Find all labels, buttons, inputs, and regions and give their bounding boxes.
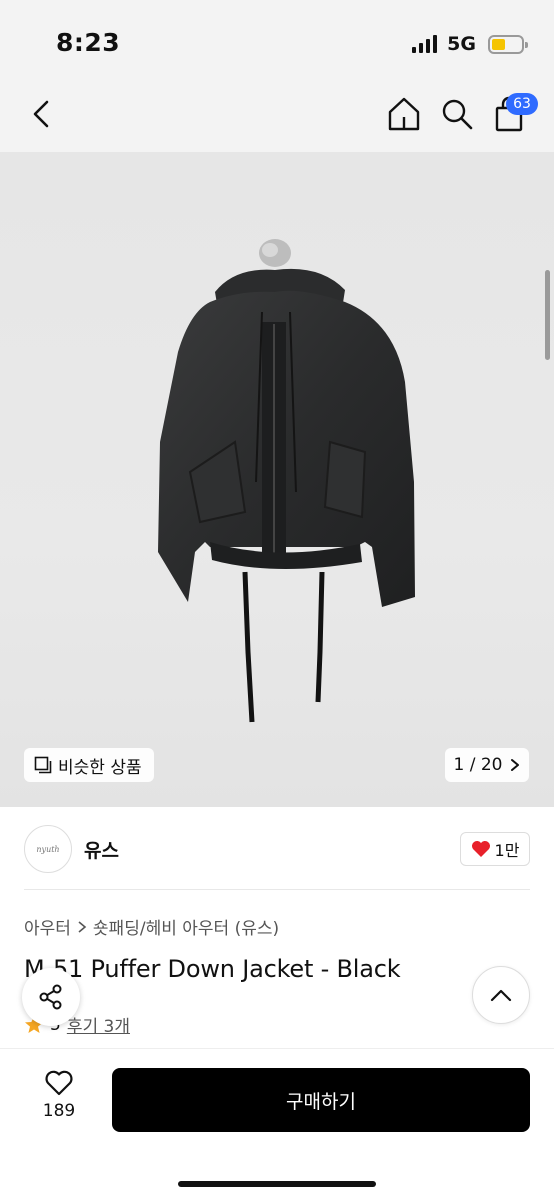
home-indicator [178, 1181, 376, 1187]
image-counter-text: 1 / 20 [453, 755, 503, 775]
divider [24, 889, 530, 890]
buy-button[interactable]: 구매하기 [112, 1068, 530, 1132]
back-button[interactable] [26, 94, 60, 134]
chevron-right-icon [78, 920, 87, 933]
brand-logo-text: nyuth [36, 844, 60, 854]
similar-products-label: 비슷한 상품 [58, 757, 142, 778]
heart-filled-icon [471, 841, 490, 857]
similar-products-button[interactable]: 비슷한 상품 [24, 748, 154, 782]
similar-icon [34, 756, 52, 774]
share-icon [39, 984, 62, 1010]
scroll-top-button[interactable] [472, 966, 530, 1024]
brand-name[interactable]: 유스 [84, 836, 119, 863]
product-title: M-51 Puffer Down Jacket - Black [24, 955, 401, 983]
breadcrumb-item[interactable]: 아우터 [24, 914, 71, 939]
bottom-bar: 189 구매하기 [0, 1048, 554, 1200]
reviews-link[interactable]: 후기 3개 [67, 1012, 130, 1037]
battery-icon [488, 34, 528, 54]
cart-count-badge: 63 [506, 93, 538, 115]
network-label: 5G [447, 33, 476, 55]
breadcrumb: 아우터 숏패딩/헤비 아우터 (유스) [24, 914, 279, 939]
search-icon [442, 99, 473, 130]
brand-like-count: 1만 [494, 841, 520, 860]
status-time: 8:23 [56, 28, 121, 57]
home-icon [388, 97, 420, 131]
chevron-up-icon [490, 989, 512, 1002]
brand-logo[interactable]: nyuth [24, 825, 72, 873]
brand-like-button[interactable]: 1만 [460, 832, 530, 866]
wishlist-count: 189 [42, 1101, 76, 1121]
jacket-photo [158, 239, 415, 723]
breadcrumb-item[interactable]: 숏패딩/헤비 아우터 (유스) [93, 914, 279, 939]
status-indicators: 5G [412, 33, 528, 55]
product-image[interactable]: 비슷한 상품 1 / 20 [0, 152, 554, 807]
nav-bar: 63 [0, 80, 554, 152]
chevron-left-icon [33, 100, 49, 128]
wishlist-button[interactable]: 189 [30, 1069, 88, 1131]
home-button[interactable] [384, 94, 424, 134]
search-button[interactable] [438, 94, 476, 134]
signal-icon [412, 35, 438, 53]
heart-outline-icon [45, 1070, 73, 1096]
share-button[interactable] [22, 968, 80, 1026]
brand-row[interactable]: nyuth 유스 1만 [0, 808, 554, 890]
chevron-right-icon [511, 759, 520, 771]
image-counter[interactable]: 1 / 20 [445, 748, 529, 782]
status-bar: 8:23 5G [0, 0, 554, 80]
scroll-indicator [545, 270, 550, 360]
